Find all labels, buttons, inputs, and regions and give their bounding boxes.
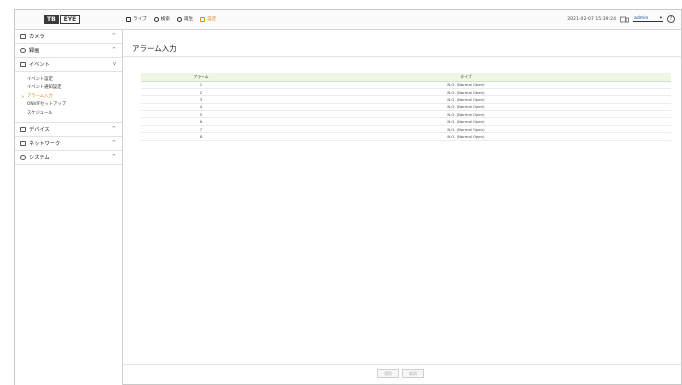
- app-window: TB EYE ライブ 検索 再生 設定 2021-02-07 15:39:24: [14, 9, 682, 385]
- sidebar-section-device[interactable]: デバイス ^: [15, 123, 122, 137]
- event-submenu: イベント設定 イベント通知設定 アラーム入力 ONVIFセットアップ スケジュー…: [15, 72, 122, 123]
- help-icon[interactable]: ?: [667, 15, 675, 23]
- menu-settings-label: 設定: [207, 17, 217, 22]
- chevron-up-icon: ^: [111, 139, 116, 146]
- sidebar-section-network[interactable]: ネットワーク ^: [15, 137, 122, 151]
- system-icon: [20, 154, 26, 160]
- device-icon: [20, 126, 26, 132]
- logo-box: TB: [44, 15, 59, 24]
- alarm-type[interactable]: N.O. (Normal Open): [261, 88, 671, 97]
- sidebar-section-label: デバイス: [29, 126, 50, 133]
- alarm-number: 8: [141, 132, 261, 141]
- column-header-type: タイプ: [261, 73, 671, 82]
- sidebar-item-schedule[interactable]: スケジュール: [27, 110, 122, 118]
- top-bar: TB EYE ライブ 検索 再生 設定 2021-02-07 15:39:24: [15, 10, 681, 30]
- table-row[interactable]: 5 N.O. (Normal Open): [141, 110, 671, 119]
- menu-live-label: ライブ: [133, 17, 147, 22]
- alarm-number: 7: [141, 125, 261, 134]
- alarm-number: 4: [141, 103, 261, 112]
- chevron-up-icon: ^: [111, 47, 116, 53]
- alarm-type[interactable]: N.O. (Normal Open): [261, 103, 671, 112]
- table-row[interactable]: 2 N.O. (Normal Open): [141, 88, 671, 97]
- sidebar-item-event-settings[interactable]: イベント設定: [27, 76, 122, 84]
- user-select[interactable]: admin ▾: [633, 16, 663, 22]
- menu-search[interactable]: 検索: [153, 16, 170, 22]
- table-row[interactable]: 4 N.O. (Normal Open): [141, 103, 671, 112]
- logo-word: EYE: [59, 15, 81, 24]
- sidebar-item-onvif-setup[interactable]: ONVIFセットアップ: [27, 101, 122, 109]
- chevron-down-icon: ▾: [659, 16, 662, 21]
- sidebar-section-system[interactable]: システム ^: [15, 151, 122, 165]
- settings-icon: [200, 16, 206, 22]
- alarm-number: 6: [141, 117, 261, 126]
- sidebar-section-event[interactable]: イベント v: [15, 58, 122, 72]
- chevron-up-icon: ^: [111, 33, 116, 39]
- sidebar-item-event-notification[interactable]: イベント通知設定: [27, 84, 122, 92]
- sidebar-section-label: イベント: [29, 62, 50, 68]
- main-menu: ライブ 検索 再生 設定: [126, 16, 216, 22]
- menu-settings[interactable]: 設定: [200, 16, 216, 22]
- sidebar-item-alarm-input[interactable]: アラーム入力: [21, 93, 122, 102]
- menu-search-label: 検索: [160, 17, 170, 22]
- alarm-number: 5: [141, 110, 261, 119]
- network-icon: [20, 140, 26, 146]
- alarm-type[interactable]: N.O. (Normal Open): [261, 81, 671, 89]
- cancel-button[interactable]: 取消: [402, 369, 424, 378]
- sidebar-section-camera[interactable]: カメラ ^: [15, 30, 122, 44]
- sidebar: カメラ ^ 録画 ^ イベント v イベント設定 イベント通知設定 アラーム入力…: [15, 30, 123, 385]
- menu-playback[interactable]: 再生: [177, 16, 193, 22]
- chevron-up-icon: ^: [111, 125, 116, 132]
- menu-live[interactable]: ライブ: [126, 16, 147, 22]
- divider: [123, 364, 681, 365]
- table-row[interactable]: 7 N.O. (Normal Open): [141, 125, 671, 134]
- alarm-type[interactable]: N.O. (Normal Open): [261, 132, 671, 141]
- alarm-type[interactable]: N.O. (Normal Open): [261, 125, 671, 134]
- divider: [123, 56, 681, 57]
- alarm-type[interactable]: N.O. (Normal Open): [261, 117, 671, 126]
- logo: TB EYE: [44, 14, 81, 25]
- menu-playback-label: 再生: [184, 17, 194, 22]
- alarm-type[interactable]: N.O. (Normal Open): [261, 95, 671, 104]
- column-header-alarm: アラーム: [141, 73, 261, 82]
- apply-button[interactable]: 適用: [377, 369, 399, 378]
- user-name: admin: [634, 16, 649, 21]
- sidebar-section-label: システム: [29, 154, 50, 161]
- footer-buttons: 適用 取消: [377, 369, 424, 378]
- camera-icon: [20, 34, 26, 39]
- search-icon: [153, 16, 159, 22]
- sidebar-section-recording[interactable]: 録画 ^: [15, 44, 122, 58]
- sidebar-section-label: 録画: [29, 48, 40, 54]
- event-icon: [20, 62, 26, 67]
- table-header-row: アラーム タイプ: [141, 73, 671, 82]
- sidebar-section-label: ネットワーク: [29, 140, 61, 147]
- recording-icon: [20, 48, 26, 53]
- page-title: アラーム入力: [132, 44, 177, 53]
- table-row[interactable]: 6 N.O. (Normal Open): [141, 117, 671, 126]
- table-row[interactable]: 3 N.O. (Normal Open): [141, 95, 671, 104]
- datetime: 2021-02-07 15:39:24: [567, 16, 616, 22]
- alarm-type[interactable]: N.O. (Normal Open): [261, 110, 671, 119]
- record-status-icon[interactable]: [620, 16, 629, 23]
- playback-icon: [177, 16, 182, 22]
- alarm-table: アラーム タイプ 1 N.O. (Normal Open) 2 N.O. (Norm…: [141, 73, 671, 141]
- main-panel: アラーム入力 アラーム タイプ 1 N.O. (Normal Open) 2 N.O…: [123, 30, 681, 385]
- chevron-down-icon: v: [113, 61, 116, 67]
- table-row[interactable]: 1 N.O. (Normal Open): [141, 81, 671, 89]
- sidebar-section-label: カメラ: [29, 34, 45, 40]
- monitor-icon: [126, 16, 131, 22]
- alarm-number: 3: [141, 95, 261, 104]
- alarm-number: 1: [141, 81, 261, 89]
- chevron-up-icon: ^: [111, 153, 116, 160]
- table-row[interactable]: 8 N.O. (Normal Open): [141, 132, 671, 141]
- alarm-number: 2: [141, 88, 261, 97]
- top-right-area: 2021-02-07 15:39:24 admin ▾ ?: [567, 15, 675, 23]
